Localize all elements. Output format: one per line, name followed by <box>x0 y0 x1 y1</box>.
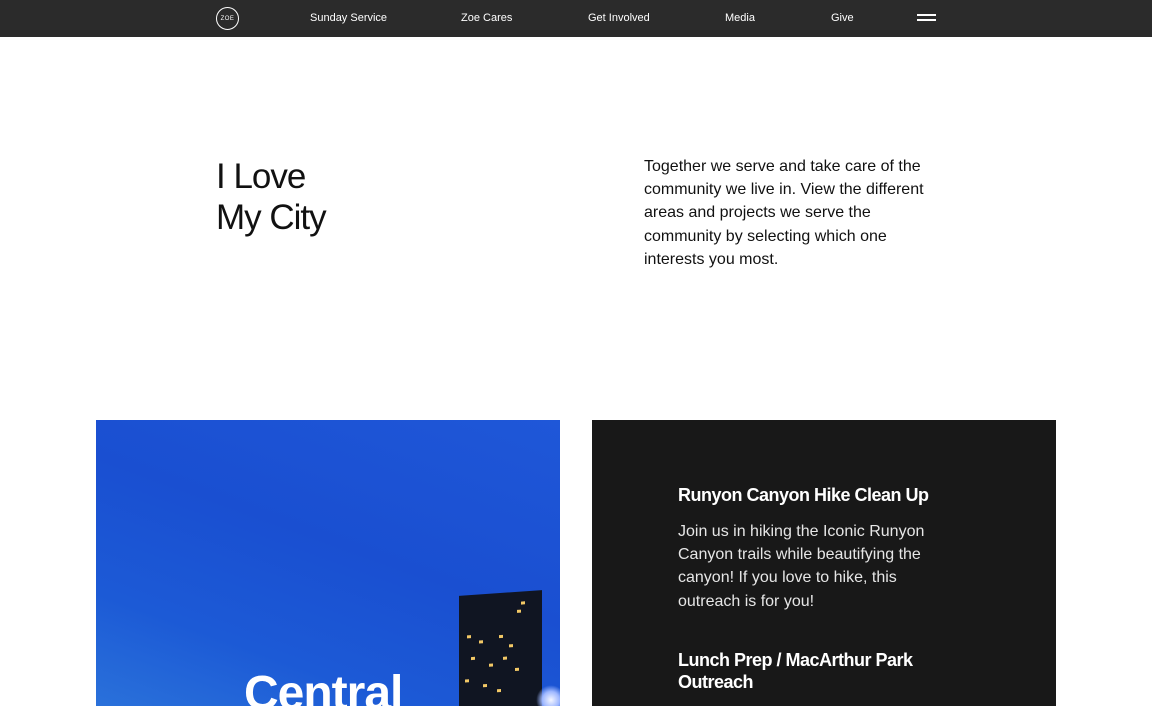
outreach-panel: Runyon Canyon Hike Clean Up Join us in h… <box>592 420 1056 706</box>
nav-link-give[interactable]: Give <box>831 12 854 24</box>
page-title-line-1: I Love <box>216 157 306 196</box>
nav-link-sunday-service[interactable]: Sunday Service <box>310 12 387 24</box>
nav-link-zoe-cares[interactable]: Zoe Cares <box>461 12 512 24</box>
top-nav: ZOE Sunday Service Zoe Cares Get Involve… <box>0 0 1152 37</box>
page-title-line-2: My City <box>216 198 327 237</box>
nav-link-get-involved[interactable]: Get Involved <box>588 12 650 24</box>
intro-paragraph: Together we serve and take care of the c… <box>644 158 924 268</box>
central-area-card[interactable]: Central <box>96 420 560 706</box>
outreach-title-runyon[interactable]: Runyon Canyon Hike Clean Up <box>678 484 978 506</box>
page-title: I Love My City <box>216 156 327 238</box>
card-title[interactable]: Central <box>244 666 403 706</box>
nav-link-media[interactable]: Media <box>725 12 755 24</box>
outreach-title-lunch-prep[interactable]: Lunch Prep / MacArthur Park Outreach <box>678 649 978 693</box>
city-building-image <box>459 590 542 706</box>
outreach-description-runyon: Join us in hiking the Iconic Runyon Cany… <box>678 523 925 610</box>
zoe-logo[interactable]: ZOE <box>216 7 239 30</box>
hamburger-icon[interactable] <box>917 13 937 23</box>
